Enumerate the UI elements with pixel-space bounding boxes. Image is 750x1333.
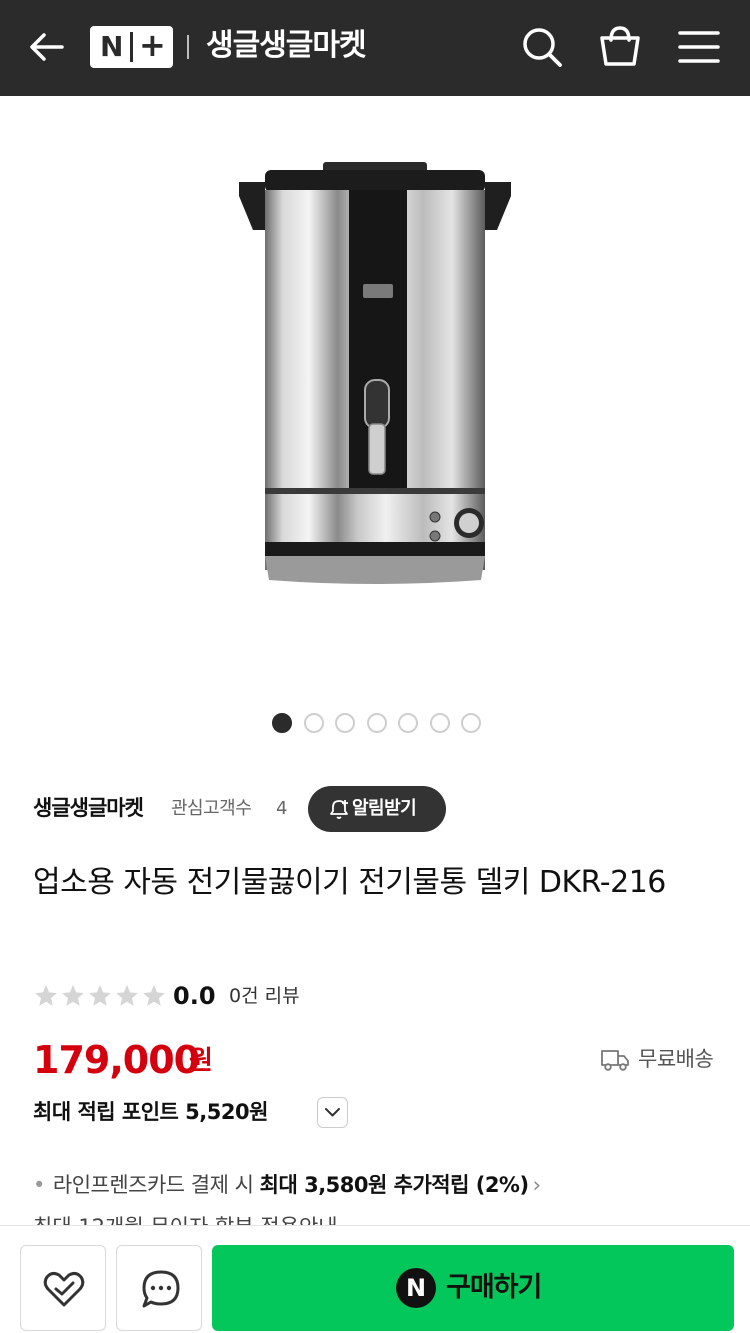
free-shipping-label: 무료배송 bbox=[638, 1047, 714, 1071]
follower-label: 관심고객수 bbox=[171, 798, 252, 819]
product-title: 업소용 자동 전기물끓이기 전기물통 델키 DKR-216 bbox=[33, 865, 666, 900]
card-benefit-item[interactable]: • 라인프렌즈카드 결제 시 최대 3,580원 추가적립 (2%) › bbox=[33, 1168, 633, 1202]
carousel-dot-1[interactable] bbox=[272, 713, 292, 733]
product-price: 179,000 bbox=[33, 1038, 200, 1082]
star-icon bbox=[143, 985, 165, 1006]
buy-label: 구매하기 bbox=[446, 1272, 542, 1303]
points-expand-button[interactable] bbox=[317, 1097, 348, 1128]
star-icon bbox=[35, 985, 57, 1006]
rating-score: 0.0 bbox=[173, 982, 216, 1010]
bottom-action-bar: N 구매하기 bbox=[0, 1225, 750, 1333]
wishlist-button[interactable] bbox=[20, 1245, 106, 1331]
cart-button[interactable] bbox=[597, 22, 643, 70]
review-count-link[interactable]: 0건 리뷰 bbox=[229, 982, 300, 1010]
product-image[interactable] bbox=[225, 150, 525, 600]
star-icon bbox=[116, 985, 138, 1006]
chevron-right-icon: › bbox=[532, 1173, 541, 1197]
logo-n: N bbox=[100, 30, 124, 63]
alarm-label: 알림받기 bbox=[352, 798, 417, 819]
chevron-down-icon bbox=[325, 1108, 340, 1117]
back-button[interactable] bbox=[24, 24, 70, 70]
talk-talk-button[interactable] bbox=[116, 1245, 202, 1331]
carousel-dot-5[interactable] bbox=[398, 713, 418, 733]
logo-plus: + bbox=[139, 26, 166, 64]
header-separator bbox=[187, 35, 189, 59]
carousel-dots bbox=[272, 713, 481, 733]
chat-bubble-icon bbox=[142, 1270, 180, 1308]
follower-count: 4 bbox=[276, 798, 288, 819]
naver-plus-logo[interactable]: N + bbox=[90, 26, 173, 68]
bullet-icon: • bbox=[33, 1173, 45, 1197]
carousel-dot-6[interactable] bbox=[429, 713, 450, 733]
carousel-dot-7[interactable] bbox=[461, 713, 481, 733]
store-title[interactable]: 생글생글마켓 bbox=[206, 26, 367, 66]
search-icon bbox=[523, 28, 562, 67]
npay-letter: N bbox=[405, 1274, 427, 1302]
shopping-bag-icon bbox=[600, 26, 640, 66]
logo-divider bbox=[130, 32, 133, 62]
water-boiler-image bbox=[239, 162, 511, 584]
hamburger-menu-icon bbox=[678, 31, 720, 63]
store-name-link[interactable]: 생글생글마켓 bbox=[33, 792, 144, 824]
rating-stars bbox=[33, 983, 167, 1009]
star-icon bbox=[62, 985, 84, 1006]
alarm-subscribe-button[interactable]: 알림받기 bbox=[308, 786, 446, 832]
buy-button[interactable]: N 구매하기 bbox=[212, 1245, 734, 1331]
bell-plus-icon bbox=[330, 800, 348, 819]
carousel-dot-2[interactable] bbox=[303, 713, 324, 733]
max-points-label: 최대 적립 포인트 5,520원 bbox=[33, 1100, 268, 1124]
benefit-highlight: 최대 3,580원 추가적립 (2%) bbox=[259, 1173, 529, 1197]
star-icon bbox=[89, 985, 111, 1006]
menu-button[interactable] bbox=[676, 26, 722, 68]
search-button[interactable] bbox=[519, 24, 565, 70]
naver-pay-icon: N bbox=[396, 1268, 436, 1308]
carousel-dot-4[interactable] bbox=[366, 713, 387, 733]
arrow-left-icon bbox=[30, 33, 64, 61]
truck-icon bbox=[601, 1050, 629, 1071]
heart-check-icon bbox=[43, 1271, 85, 1307]
price-unit: 원 bbox=[189, 1046, 213, 1076]
top-header: N + 생글생글마켓 bbox=[0, 0, 750, 96]
carousel-dot-3[interactable] bbox=[335, 713, 355, 733]
benefit-prefix: 라인프렌즈카드 결제 시 bbox=[52, 1173, 260, 1197]
